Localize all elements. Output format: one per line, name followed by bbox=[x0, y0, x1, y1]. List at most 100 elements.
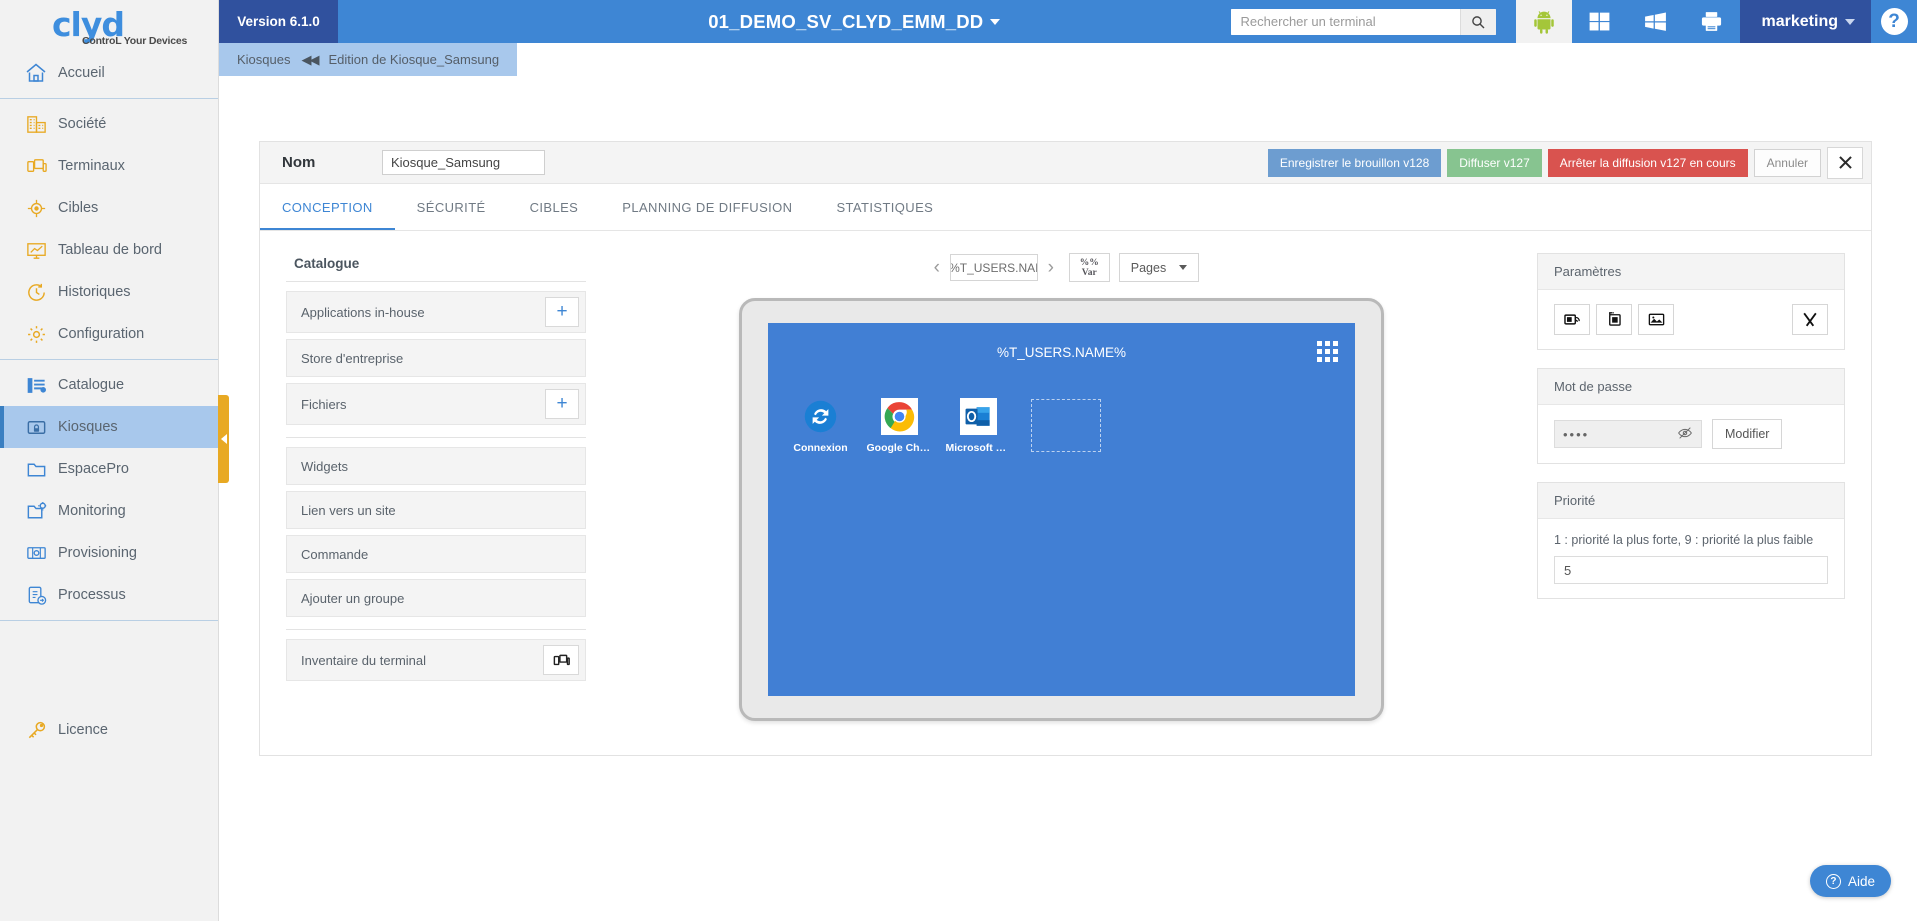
brand-logo[interactable]: clyd ControL Your Devices bbox=[0, 0, 218, 52]
sidebar-item-historiques[interactable]: Historiques bbox=[0, 271, 218, 313]
screen-layout-icon[interactable] bbox=[1554, 304, 1590, 335]
sidebar-item-tableau-de-bord[interactable]: Tableau de bord bbox=[0, 229, 218, 271]
parametres-buttons bbox=[1538, 290, 1844, 349]
settings-column: Paramètres Mot de passe •••• Modifier Pr… bbox=[1537, 253, 1845, 721]
tab-conception[interactable]: CONCEPTION bbox=[260, 184, 395, 230]
kiosk-app-item[interactable]: Microsoft Ou... bbox=[946, 398, 1012, 454]
sidebar-group-admin: Société Terminaux Cibles Tableau de bord… bbox=[0, 103, 218, 355]
close-button[interactable] bbox=[1827, 146, 1863, 179]
kiosk-screen[interactable]: %T_USERS.NAME% Connexion Google Chro... … bbox=[768, 323, 1355, 696]
kiosk-app-item[interactable]: Google Chro... bbox=[867, 398, 933, 454]
sidebar-item-cibles[interactable]: Cibles bbox=[0, 187, 218, 229]
catalogue-item-inventaire-du-terminal[interactable]: Inventaire du terminal bbox=[286, 639, 586, 681]
kiosk-app-label: Connexion bbox=[793, 442, 848, 454]
variables-button[interactable]: %% Var bbox=[1068, 253, 1110, 282]
add-page-icon[interactable] bbox=[1596, 304, 1632, 335]
parametres-title: Paramètres bbox=[1538, 254, 1844, 290]
plus-icon[interactable]: + bbox=[545, 297, 579, 327]
catalogue-item-widgets[interactable]: Widgets bbox=[286, 447, 586, 485]
question-icon: ? bbox=[1880, 8, 1908, 35]
sidebar-item-societe[interactable]: Société bbox=[0, 103, 218, 145]
sidebar-item-label: Cibles bbox=[58, 200, 99, 216]
catalogue-title: Catalogue bbox=[294, 256, 360, 271]
sidebar-item-configuration[interactable]: Configuration bbox=[0, 313, 218, 355]
sidebar-item-accueil[interactable]: Accueil bbox=[0, 52, 218, 94]
devices-icon bbox=[14, 155, 58, 178]
filter-android-button[interactable] bbox=[1515, 0, 1572, 43]
sidebar-item-kiosques[interactable]: Kiosques bbox=[0, 406, 218, 448]
modify-password-button[interactable]: Modifier bbox=[1712, 419, 1783, 449]
monitoring-icon bbox=[14, 500, 58, 523]
catalogue-item-commande[interactable]: Commande bbox=[286, 535, 586, 573]
page-name-field[interactable]: %T_USERS.NAI bbox=[949, 254, 1038, 281]
priorite-body: 1 : priorité la plus forte, 9 : priorité… bbox=[1538, 519, 1844, 598]
search-box[interactable] bbox=[1230, 8, 1496, 35]
variables-button-line2: Var bbox=[1081, 267, 1097, 278]
kiosk-app-empty-slot[interactable] bbox=[1031, 398, 1101, 454]
collapse-sidebar-handle[interactable] bbox=[218, 395, 229, 483]
catalogue-item-store-entreprise[interactable]: Store d'entreprise bbox=[286, 339, 586, 377]
breadcrumb-back-icon[interactable]: ◀◀ bbox=[301, 52, 319, 68]
sidebar-item-label: Accueil bbox=[58, 65, 105, 81]
tools-icon[interactable] bbox=[1792, 304, 1828, 335]
sidebar-item-processus[interactable]: Processus bbox=[0, 574, 218, 616]
priorite-card: Priorité 1 : priorité la plus forte, 9 :… bbox=[1537, 482, 1845, 599]
eye-hidden-icon[interactable] bbox=[1677, 425, 1693, 444]
sidebar-item-licence[interactable]: Licence bbox=[0, 709, 218, 751]
sidebar-item-monitoring[interactable]: Monitoring bbox=[0, 490, 218, 532]
mot-de-passe-body: •••• Modifier bbox=[1538, 405, 1844, 463]
sidebar-item-espacepro[interactable]: EspacePro bbox=[0, 448, 218, 490]
catalogue-item-applications-in-house[interactable]: Applications in-house + bbox=[286, 291, 586, 333]
priorite-input[interactable] bbox=[1554, 556, 1828, 584]
save-draft-button[interactable]: Enregistrer le brouillon v128 bbox=[1267, 148, 1442, 177]
filter-windows-tile-button[interactable] bbox=[1572, 0, 1628, 43]
catalogue-item-fichiers[interactable]: Fichiers + bbox=[286, 383, 586, 425]
tab-planning-de-diffusion[interactable]: PLANNING DE DIFFUSION bbox=[600, 184, 814, 230]
sidebar-item-catalogue[interactable]: Catalogue bbox=[0, 364, 218, 406]
chevron-right-icon[interactable]: › bbox=[1038, 254, 1064, 282]
cancel-button[interactable]: Annuler bbox=[1753, 148, 1821, 177]
main-content: Nom Enregistrer le brouillon v128 Diffus… bbox=[219, 76, 1917, 921]
tenant-selector[interactable]: 01_DEMO_SV_CLYD_EMM_DD bbox=[338, 0, 1231, 43]
folder-icon bbox=[14, 458, 58, 481]
user-menu[interactable]: marketing bbox=[1739, 0, 1871, 43]
filter-windows-legacy-button[interactable] bbox=[1628, 0, 1684, 43]
sidebar-item-provisioning[interactable]: Provisioning bbox=[0, 532, 218, 574]
kiosk-name-input[interactable] bbox=[382, 150, 545, 175]
pages-dropdown[interactable]: Pages bbox=[1118, 253, 1200, 282]
tab-securite[interactable]: SÉCURITÉ bbox=[395, 184, 508, 230]
app-grid-icon[interactable] bbox=[1317, 341, 1338, 362]
sidebar-divider bbox=[0, 620, 218, 621]
filter-printer-button[interactable] bbox=[1684, 0, 1740, 43]
sidebar-item-label: EspacePro bbox=[58, 461, 129, 477]
breadcrumb-row: Kiosques ◀◀ Edition de Kiosque_Samsung bbox=[219, 43, 1917, 76]
search-button[interactable] bbox=[1459, 8, 1496, 35]
sidebar-divider bbox=[0, 359, 218, 360]
password-field[interactable]: •••• bbox=[1554, 420, 1702, 448]
search-input[interactable] bbox=[1230, 8, 1460, 35]
chevron-left-icon[interactable]: ‹ bbox=[924, 254, 950, 282]
catalogue-item-lien-vers-un-site[interactable]: Lien vers un site bbox=[286, 491, 586, 529]
sidebar-item-terminaux[interactable]: Terminaux bbox=[0, 145, 218, 187]
catalogue-group-apps: Applications in-house + Store d'entrepri… bbox=[286, 281, 586, 425]
sidebar-item-label: Tableau de bord bbox=[58, 242, 162, 258]
catalogue-item-ajouter-un-groupe[interactable]: Ajouter un groupe bbox=[286, 579, 586, 617]
tab-cibles[interactable]: CIBLES bbox=[508, 184, 601, 230]
breadcrumb-root[interactable]: Kiosques bbox=[237, 52, 290, 67]
sidebar-item-label: Société bbox=[58, 116, 107, 132]
wallpaper-image-icon[interactable] bbox=[1638, 304, 1674, 335]
publish-button[interactable]: Diffuser v127 bbox=[1447, 148, 1542, 177]
devices-icon[interactable] bbox=[543, 645, 579, 675]
plus-icon[interactable]: + bbox=[545, 389, 579, 419]
kiosk-app-label: Microsoft Ou... bbox=[945, 442, 1012, 454]
empty-slot-placeholder bbox=[1031, 399, 1101, 452]
kiosk-app-item[interactable]: Connexion bbox=[793, 398, 848, 454]
stop-publication-button[interactable]: Arrêter la diffusion v127 en cours bbox=[1547, 148, 1748, 177]
aide-button[interactable]: ? Aide bbox=[1809, 865, 1891, 897]
editor-tabs: CONCEPTION SÉCURITÉ CIBLES PLANNING DE D… bbox=[260, 184, 1871, 231]
help-button[interactable]: ? bbox=[1871, 0, 1917, 43]
tab-statistiques[interactable]: STATISTIQUES bbox=[814, 184, 955, 230]
sidebar-group-primary: Accueil bbox=[0, 52, 218, 94]
version-badge: Version 6.1.0 bbox=[219, 0, 338, 43]
kiosk-editor-panel: Nom Enregistrer le brouillon v128 Diffus… bbox=[259, 141, 1872, 756]
